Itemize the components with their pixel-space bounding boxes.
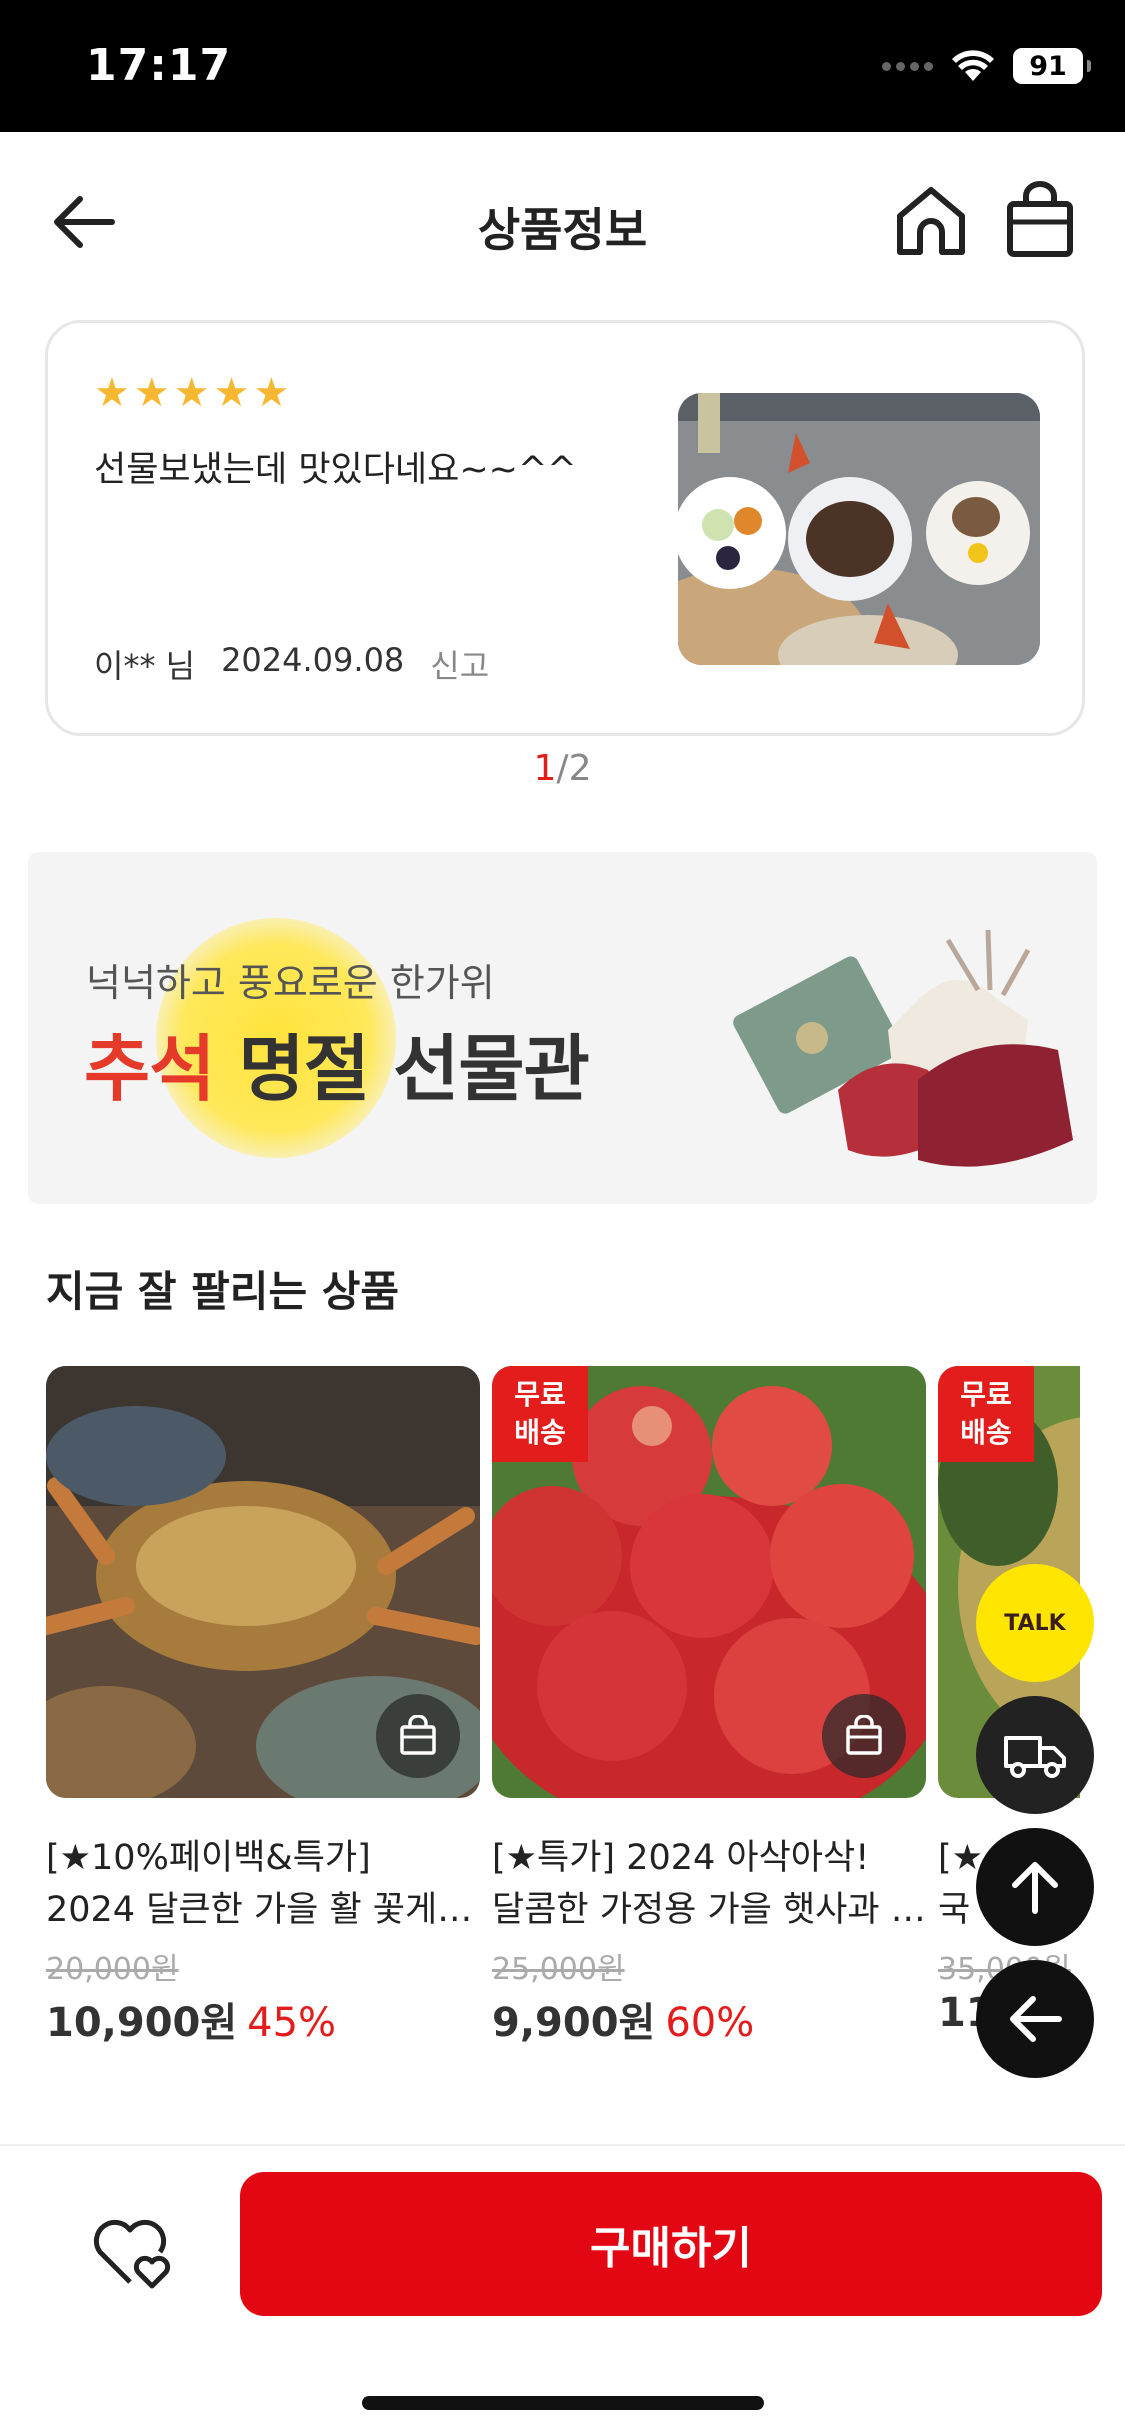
scroll-top-button[interactable]	[976, 1828, 1094, 1946]
product-image[interactable]: 무료배송	[492, 1366, 926, 1798]
chat-bubble-icon	[990, 1588, 1080, 1658]
shopping-bag-icon	[846, 1715, 882, 1755]
home-indicator	[362, 2396, 764, 2410]
add-to-cart-button[interactable]	[822, 1694, 906, 1778]
arrow-up-icon	[1012, 1862, 1058, 1914]
review-meta: 이** 님 2024.09.08 신고	[94, 641, 489, 687]
battery-icon: 91	[1013, 48, 1091, 84]
badge-line2: 배송	[514, 1416, 566, 1449]
discount-rate: 45%	[247, 2000, 337, 2046]
star-icon: ★	[173, 370, 210, 416]
wishlist-heart-icon[interactable]	[90, 2214, 176, 2290]
pager-current: 1	[533, 748, 557, 789]
sale-price: 9,900원 60%	[492, 1990, 926, 2048]
badge-line2: 배송	[960, 1416, 1012, 1449]
star-icon: ★	[253, 370, 290, 416]
delivery-button[interactable]	[976, 1696, 1094, 1814]
banner-title-accent: 추석	[84, 1027, 215, 1111]
add-to-cart-button[interactable]	[376, 1694, 460, 1778]
pager-total: 2	[568, 748, 592, 789]
star-icon: ★	[133, 370, 170, 416]
chuseok-promo-banner[interactable]: 넉넉하고 풍요로운 한가위 추석 명절 선물관	[28, 852, 1097, 1204]
review-author: 이** 님	[94, 647, 196, 685]
free-shipping-badge: 무료배송	[492, 1366, 588, 1462]
kakao-talk-button[interactable]: TALK	[976, 1564, 1094, 1682]
app-header: 상품정보	[0, 132, 1125, 307]
badge-line1: 무료	[960, 1378, 1012, 1411]
delivery-truck-icon	[1004, 1736, 1066, 1778]
shopping-bag-icon[interactable]	[1000, 180, 1080, 260]
product-card[interactable]: 무료배송 [★특가] 2024 아삭아삭! 달콤한 가정용 가을 햇사과 … 2…	[492, 1366, 926, 2048]
bottom-action-bar: 구매하기	[0, 2144, 1125, 2436]
home-icon[interactable]	[892, 182, 970, 260]
go-back-button[interactable]	[976, 1960, 1094, 2078]
review-pager: 1/2	[0, 748, 1125, 789]
status-indicators: 91	[882, 48, 1091, 84]
shopping-bag-icon	[400, 1715, 436, 1755]
free-shipping-badge: 무료배송	[938, 1366, 1034, 1462]
product-name-line2[interactable]: 달콤한 가정용 가을 햇사과 …	[492, 1884, 926, 1936]
product-name-line1[interactable]: [★특가] 2024 아삭아삭!	[492, 1832, 926, 1884]
review-photo[interactable]	[678, 393, 1040, 665]
status-time: 17:17	[86, 40, 232, 91]
badge-line1: 무료	[514, 1378, 566, 1411]
wifi-icon	[952, 50, 994, 81]
product-carousel[interactable]: [★10%페이백&특가] 2024 달큰한 가을 활 꽃게 … 20,000원 …	[46, 1366, 1080, 2066]
status-bar: 17:17 91	[0, 0, 1125, 132]
product-card[interactable]: [★10%페이백&특가] 2024 달큰한 가을 활 꽃게 … 20,000원 …	[46, 1366, 480, 2048]
banner-title-rest: 명절 선물관	[214, 1027, 590, 1111]
gift-bundle-illustration	[733, 929, 1073, 1167]
discount-rate: 60%	[665, 2000, 755, 2046]
price-value: 10,900원	[46, 2000, 238, 2046]
section-title: 지금 잘 팔리는 상품	[46, 1267, 399, 1316]
arrow-left-icon	[1010, 1996, 1062, 2042]
review-rating: ★ ★ ★ ★ ★	[94, 373, 289, 413]
review-date: 2024.09.08	[221, 641, 405, 679]
product-name-line2[interactable]: 2024 달큰한 가을 활 꽃게 …	[46, 1884, 480, 1936]
banner-subtitle: 넉넉하고 풍요로운 한가위	[86, 961, 495, 1005]
buy-button[interactable]: 구매하기	[240, 2172, 1102, 2316]
pager-separator: /	[556, 748, 569, 789]
price-value: 9,900원	[492, 2000, 656, 2046]
star-icon: ★	[94, 370, 130, 416]
review-card[interactable]: ★ ★ ★ ★ ★ 선물보냈는데 맛있다네요~~^^ 이** 님 2024.09…	[45, 320, 1085, 736]
product-name-line1[interactable]: [★10%페이백&특가]	[46, 1832, 480, 1884]
original-price: 20,000원	[46, 1952, 179, 1987]
star-icon: ★	[213, 370, 250, 416]
banner-title: 추석 명절 선물관	[84, 1010, 590, 1115]
product-image[interactable]	[46, 1366, 480, 1798]
review-text: 선물보냈는데 맛있다네요~~^^	[94, 450, 577, 490]
sale-price: 10,900원 45%	[46, 1990, 480, 2048]
original-price: 25,000원	[492, 1952, 625, 1987]
cellular-signal-icon	[882, 61, 933, 71]
report-link[interactable]: 신고	[430, 641, 489, 687]
